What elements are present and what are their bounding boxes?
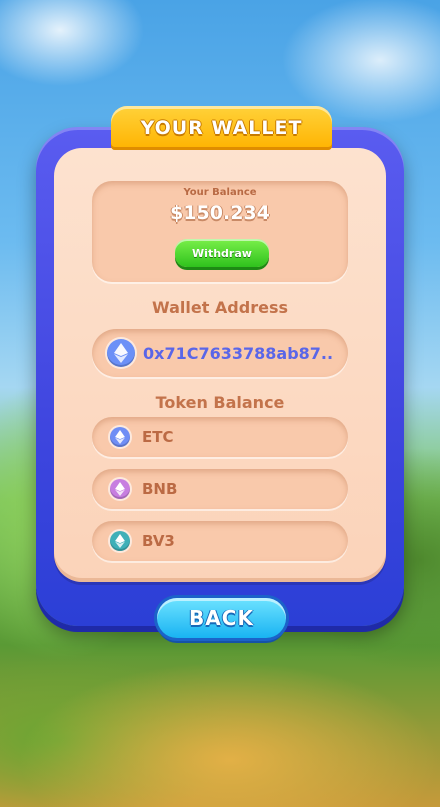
bv3-icon <box>110 531 130 551</box>
page-title: YOUR WALLET <box>140 117 303 139</box>
balance-value: $150.234 <box>170 202 270 224</box>
wallet-address-heading: Wallet Address <box>152 298 288 317</box>
token-balance-heading: Token Balance <box>155 393 285 412</box>
title-banner: YOUR WALLET <box>111 106 332 150</box>
wallet-address-field[interactable]: 0x71C7633788ab87.. <box>92 329 348 377</box>
token-row-bnb[interactable]: BNB <box>92 469 348 509</box>
balance-label: Your Balance <box>183 187 257 198</box>
token-row-etc[interactable]: ETC <box>92 417 348 457</box>
token-symbol: BNB <box>142 480 178 498</box>
ethereum-classic-icon <box>110 427 130 447</box>
back-button[interactable]: BACK <box>157 598 286 638</box>
ethereum-icon <box>107 339 135 367</box>
token-row-bv3[interactable]: BV3 <box>92 521 348 561</box>
bnb-icon <box>110 479 130 499</box>
token-symbol: ETC <box>142 428 174 446</box>
wallet-address-text: 0x71C7633788ab87.. <box>143 343 334 363</box>
token-symbol: BV3 <box>142 532 175 550</box>
withdraw-button[interactable]: Withdraw <box>175 239 269 267</box>
